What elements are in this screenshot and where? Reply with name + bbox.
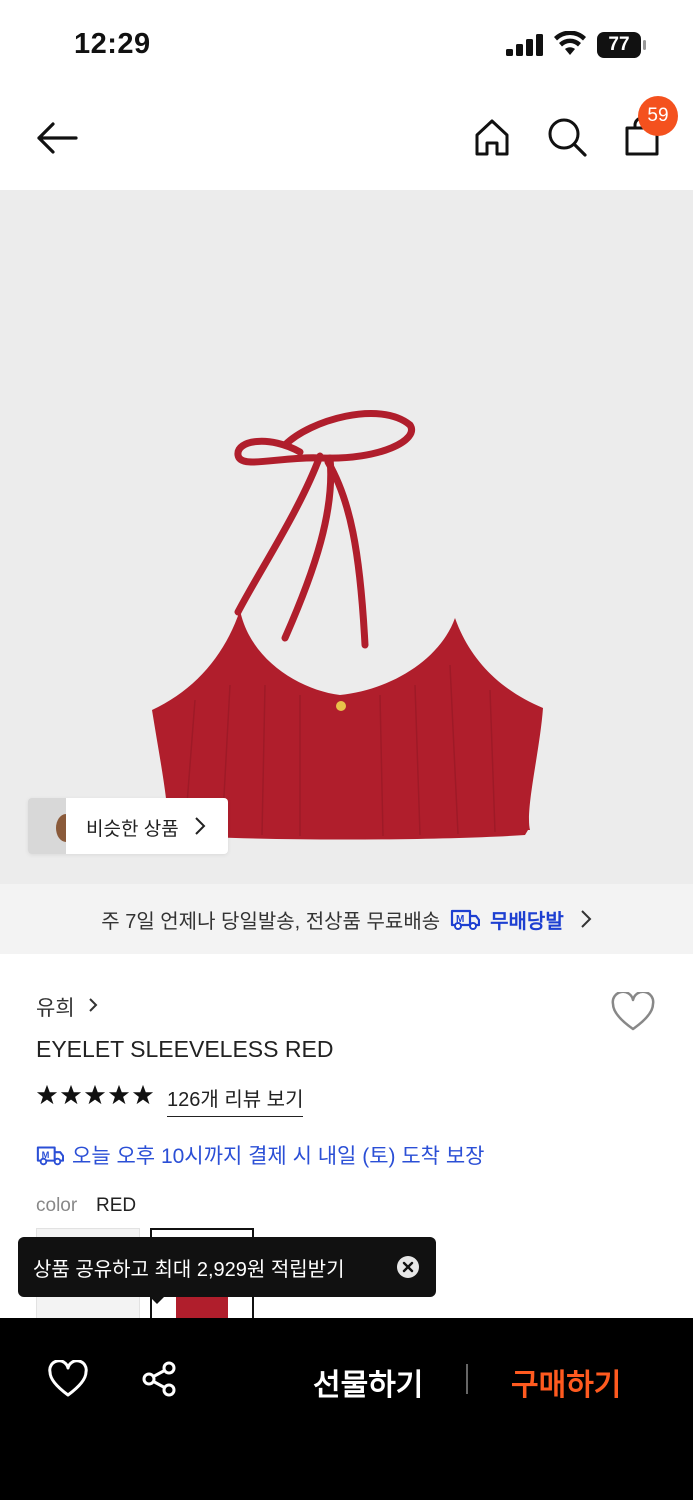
product-name: EYELET SLEEVELESS RED bbox=[36, 1036, 334, 1062]
toast-pointer bbox=[148, 1295, 166, 1304]
wifi-icon bbox=[554, 31, 586, 55]
star-icon bbox=[84, 1084, 106, 1105]
star-icon bbox=[108, 1084, 130, 1105]
close-icon[interactable] bbox=[396, 1255, 420, 1279]
product-image[interactable] bbox=[0, 190, 693, 884]
back-arrow-icon[interactable] bbox=[34, 118, 80, 158]
wishlist-heart-icon[interactable] bbox=[48, 1360, 88, 1398]
cart-count-badge: 59 bbox=[638, 96, 678, 136]
review-link[interactable]: 126개 리뷰 보기 bbox=[167, 1083, 304, 1117]
signal-icon bbox=[506, 34, 543, 56]
bottom-action-bar bbox=[0, 1318, 693, 1500]
color-label: color bbox=[36, 1195, 78, 1216]
home-icon[interactable] bbox=[470, 115, 514, 159]
similar-thumbnail bbox=[28, 798, 66, 854]
star-icon bbox=[36, 1084, 58, 1105]
share-reward-toast[interactable]: 상품 공유하고 최대 2,929원 적립받기 bbox=[18, 1237, 436, 1297]
toast-text: 상품 공유하고 최대 2,929원 적립받기 bbox=[33, 1258, 345, 1281]
search-icon[interactable] bbox=[545, 115, 589, 159]
halter-strap bbox=[234, 410, 415, 649]
free-shipping-brand: 무배당발 bbox=[490, 910, 564, 933]
similar-products-label: 비슷한 상품 bbox=[86, 819, 179, 840]
brand-link[interactable]: 유희 bbox=[36, 992, 75, 1022]
button-divider bbox=[466, 1364, 468, 1394]
svg-text:M: M bbox=[456, 914, 464, 925]
wishlist-heart-icon[interactable] bbox=[611, 992, 655, 1032]
share-icon[interactable] bbox=[140, 1360, 178, 1398]
battery-icon: 77 bbox=[597, 32, 647, 58]
delivery-truck-icon: M bbox=[451, 909, 481, 930]
color-value: RED bbox=[96, 1195, 137, 1216]
delivery-text: 오늘 오후 10시까지 결제 시 내일 (토) 도착 보장 bbox=[72, 1145, 485, 1168]
buy-button[interactable]: 구매하기 bbox=[511, 1360, 621, 1404]
status-time: 12:29 bbox=[74, 28, 151, 60]
star-icon bbox=[60, 1084, 82, 1105]
star-icon bbox=[132, 1084, 154, 1105]
bow-detail bbox=[336, 701, 346, 711]
gift-button[interactable]: 선물하기 bbox=[313, 1360, 423, 1404]
battery-level: 77 bbox=[608, 34, 630, 55]
delivery-guarantee: M 오늘 오후 10시까지 결제 시 내일 (토) 도착 보장 bbox=[36, 1140, 484, 1170]
rating-stars bbox=[36, 1084, 154, 1106]
shipping-banner[interactable]: 주 7일 언제나 당일발송, 전상품 무료배송 M 무배당발 bbox=[0, 884, 693, 954]
svg-text:M: M bbox=[42, 1150, 50, 1160]
chevron-right-icon bbox=[581, 910, 592, 928]
delivery-truck-icon: M bbox=[36, 1146, 64, 1166]
chevron-right-icon bbox=[195, 817, 206, 835]
chevron-right-icon bbox=[89, 998, 98, 1012]
similar-products-button[interactable]: 비슷한 상품 bbox=[28, 798, 228, 854]
product-photo bbox=[152, 410, 543, 840]
shipping-text: 주 7일 언제나 당일발송, 전상품 무료배송 bbox=[101, 910, 441, 933]
